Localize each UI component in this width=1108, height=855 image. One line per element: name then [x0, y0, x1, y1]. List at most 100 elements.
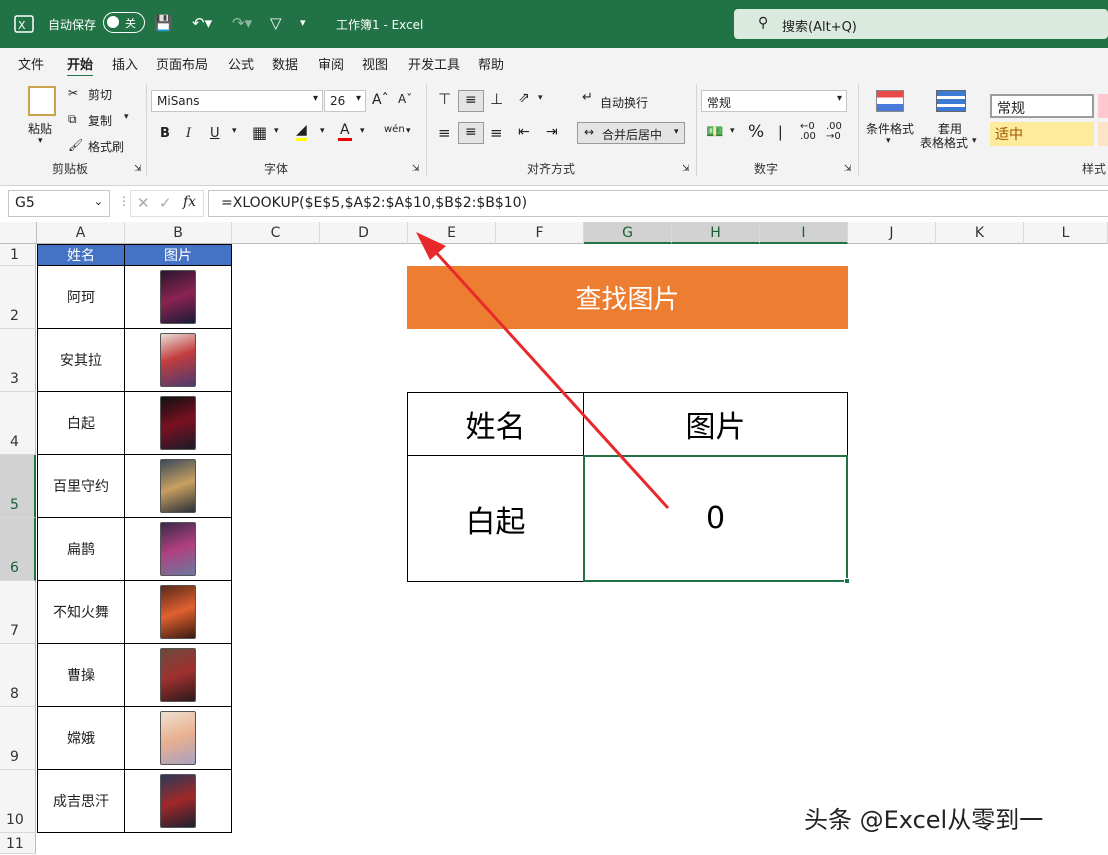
- cancel-icon[interactable]: ✕: [137, 194, 150, 212]
- formula-bar: G5 ⌄ ⋮ ✕ ✓ fx =XLOOKUP($E$5,$A$2:$A$10,$B…: [0, 186, 1108, 222]
- tab-data[interactable]: 数据: [272, 54, 298, 73]
- percent-button[interactable]: %: [748, 122, 764, 142]
- alignment-group-label: 对齐方式: [527, 162, 576, 176]
- style-bad[interactable]: [1098, 94, 1108, 118]
- excel-logo-icon: X: [14, 15, 34, 33]
- search-icon: ⚲: [758, 15, 769, 31]
- insert-function-icon[interactable]: fx: [183, 194, 196, 210]
- conditional-format-button[interactable]: 条件格式: [866, 120, 914, 137]
- save-icon[interactable]: 💾: [154, 14, 173, 32]
- conditional-format-icon[interactable]: [876, 90, 904, 112]
- paste-icon[interactable]: [28, 86, 56, 116]
- format-table-line2[interactable]: 表格格式: [920, 134, 968, 151]
- ribbon-tabs: 文件 开始 插入 页面布局 公式 数据 审阅 视图 开发工具 帮助: [0, 48, 1108, 78]
- increase-indent-icon[interactable]: ⇥: [546, 124, 558, 140]
- watermark-text: 头条 @Excel从零到一: [804, 806, 1044, 834]
- format-table-dropdown-icon[interactable]: ▾: [972, 136, 977, 146]
- font-launcher-icon[interactable]: ⇲: [412, 164, 420, 174]
- tab-review[interactable]: 审阅: [318, 54, 344, 73]
- style-neutral[interactable]: 适中: [990, 122, 1094, 146]
- paste-button[interactable]: 粘贴: [28, 120, 52, 137]
- font-color-dropdown-icon[interactable]: ▾: [360, 126, 365, 136]
- name-box-dropdown-icon[interactable]: ⌄: [94, 195, 103, 208]
- formula-buttons: ✕ ✓ fx: [130, 190, 204, 217]
- underline-button[interactable]: U: [210, 126, 220, 141]
- tab-formulas[interactable]: 公式: [228, 54, 254, 73]
- phonetic-icon[interactable]: wén: [384, 124, 405, 135]
- font-size-select[interactable]: 26 ▾: [324, 90, 366, 112]
- decrease-indent-icon[interactable]: ⇤: [518, 124, 530, 140]
- tab-home[interactable]: 开始: [67, 54, 94, 78]
- borders-icon[interactable]: ▦: [252, 123, 267, 142]
- merge-center-button[interactable]: ↔ 合并后居中 ▾: [577, 122, 685, 144]
- align-middle-icon[interactable]: ≡: [458, 90, 484, 112]
- decrease-font-icon[interactable]: Aˇ: [398, 92, 412, 106]
- fill-color-icon[interactable]: ◢: [296, 122, 307, 141]
- redo-icon[interactable]: ↷▾: [232, 14, 252, 32]
- borders-dropdown-icon[interactable]: ▾: [274, 126, 279, 136]
- copy-dropdown-icon[interactable]: ▾: [124, 112, 129, 122]
- ribbon: 粘贴 ▾ ✂ 剪切 ⧉ 复制 ▾ 🖌 格式刷 剪贴板 ⇲ MiSans ▾ 26 ▾…: [0, 76, 1108, 186]
- style-normal[interactable]: 常规: [990, 94, 1094, 118]
- format-painter-icon[interactable]: 🖌: [68, 138, 83, 152]
- bold-button[interactable]: B: [160, 126, 170, 141]
- orientation-dropdown-icon[interactable]: ▾: [538, 93, 543, 103]
- increase-font-icon[interactable]: Aˆ: [372, 92, 389, 108]
- tab-view[interactable]: 视图: [362, 54, 388, 73]
- align-center-icon[interactable]: ≡: [458, 122, 484, 144]
- tab-help[interactable]: 帮助: [478, 54, 504, 73]
- decrease-decimal-icon[interactable]: .00 →0: [826, 122, 842, 142]
- number-group-label: 数字: [754, 162, 779, 176]
- style-calculation[interactable]: [1098, 122, 1108, 146]
- enter-icon[interactable]: ✓: [159, 194, 172, 212]
- cut-button[interactable]: 剪切: [88, 86, 112, 103]
- increase-decimal-icon[interactable]: ←0.00: [800, 122, 816, 142]
- clipboard-launcher-icon[interactable]: ⇲: [134, 164, 142, 174]
- format-painter-button[interactable]: 格式刷: [88, 138, 124, 155]
- comma-style-icon[interactable]: ❘: [774, 123, 787, 141]
- filter-icon[interactable]: ▽: [270, 14, 282, 32]
- format-table-icon[interactable]: [936, 90, 966, 112]
- name-box[interactable]: G5 ⌄: [8, 190, 110, 217]
- tab-file[interactable]: 文件: [18, 54, 44, 73]
- number-format-select[interactable]: 常规 ▾: [701, 90, 847, 112]
- tab-page-layout[interactable]: 页面布局: [156, 54, 208, 73]
- font-group-label: 字体: [264, 162, 289, 176]
- svg-text:X: X: [18, 19, 26, 32]
- font-name-select[interactable]: MiSans ▾: [151, 90, 323, 112]
- customize-qat-icon[interactable]: ▾: [300, 14, 306, 32]
- paste-dropdown-icon[interactable]: ▾: [38, 136, 43, 146]
- align-right-icon[interactable]: ≡: [490, 124, 503, 142]
- worksheet-grid[interactable]: A B C D E F G H I J K L 1 2 3 4 5 6 7 8 …: [0, 222, 1108, 854]
- underline-dropdown-icon[interactable]: ▾: [232, 126, 237, 136]
- autosave-label: 自动保存: [48, 18, 97, 32]
- search-box[interactable]: ⚲ 搜索(Alt+Q): [734, 9, 1108, 39]
- copy-button[interactable]: 复制: [88, 112, 112, 129]
- wrap-text-icon[interactable]: ↵: [582, 90, 593, 105]
- clipboard-group-label: 剪贴板: [52, 162, 89, 176]
- document-title: 工作簿1 - Excel: [336, 18, 424, 32]
- formula-input[interactable]: =XLOOKUP($E$5,$A$2:$A$10,$B$2:$B$10): [208, 190, 1108, 217]
- number-launcher-icon[interactable]: ⇲: [844, 164, 852, 174]
- italic-button[interactable]: I: [186, 126, 191, 141]
- undo-icon[interactable]: ↶▾: [192, 14, 212, 32]
- fill-color-dropdown-icon[interactable]: ▾: [320, 126, 325, 136]
- wrap-text-button[interactable]: 自动换行: [600, 94, 648, 111]
- formula-bar-grip-icon: ⋮: [118, 194, 130, 208]
- orientation-icon[interactable]: ⇗: [518, 90, 530, 106]
- styles-group-label: 样式: [1082, 162, 1107, 176]
- cut-icon[interactable]: ✂: [68, 86, 78, 100]
- alignment-launcher-icon[interactable]: ⇲: [682, 164, 690, 174]
- tab-insert[interactable]: 插入: [112, 54, 138, 73]
- phonetic-dropdown-icon[interactable]: ▾: [406, 126, 411, 136]
- font-color-icon[interactable]: A: [338, 122, 352, 141]
- copy-icon[interactable]: ⧉: [68, 112, 77, 127]
- accounting-icon[interactable]: 💵: [706, 124, 723, 140]
- autosave-toggle[interactable]: 关: [103, 12, 145, 33]
- align-top-icon[interactable]: ⊤: [438, 90, 451, 108]
- tab-developer[interactable]: 开发工具: [408, 54, 460, 73]
- align-bottom-icon[interactable]: ⊥: [490, 90, 503, 108]
- conditional-format-dropdown-icon[interactable]: ▾: [886, 136, 891, 146]
- accounting-dropdown-icon[interactable]: ▾: [730, 126, 735, 136]
- align-left-icon[interactable]: ≡: [438, 124, 451, 142]
